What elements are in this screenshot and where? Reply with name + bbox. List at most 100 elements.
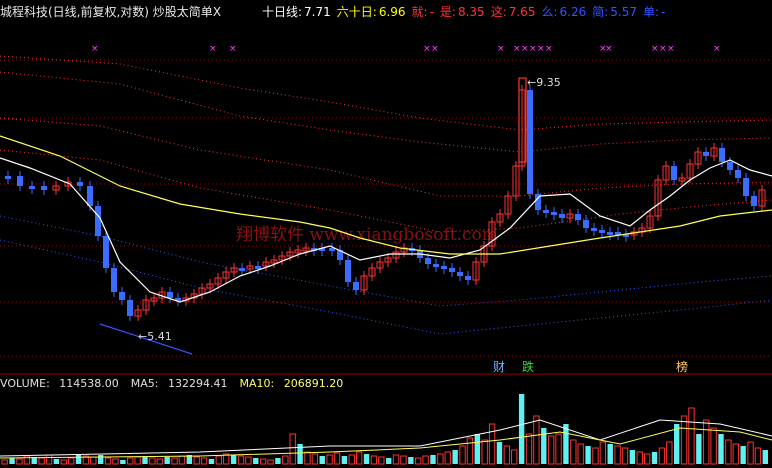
volume-bar <box>651 452 658 464</box>
volume-bar <box>319 456 325 464</box>
upper-band <box>0 55 772 131</box>
event-tag-finance[interactable]: 财 <box>493 360 505 374</box>
volume-bar <box>680 415 688 465</box>
arrow-left-icon: ← <box>527 76 537 89</box>
candle-body <box>599 230 605 233</box>
volume-bar <box>45 454 53 465</box>
candle-body <box>87 186 93 206</box>
volume-ma10: MA10: 206891.20 <box>239 377 344 390</box>
volume-readout: VOLUME: 114538.00 MA5: 132294.41 MA10: 206… <box>0 376 355 391</box>
indicator-6: 简: 5.57 <box>592 5 637 19</box>
stock-title: 城程科技(日线,前复权,对数) 炒股太简单 <box>0 5 213 19</box>
volume-bar <box>636 451 643 465</box>
candle-body <box>5 176 11 179</box>
chart-title: 城程科技(日线,前复权,对数) 炒股太简单X <box>0 3 221 21</box>
volume-bar <box>149 457 156 465</box>
candle-body <box>543 210 549 213</box>
candle-body <box>735 170 741 178</box>
channel-bands <box>0 55 772 335</box>
volume-bar <box>112 458 119 465</box>
volume-bar <box>171 457 178 465</box>
volume-bar <box>740 446 746 464</box>
signal-marker: × <box>91 44 99 54</box>
candle-body <box>465 276 471 280</box>
candle-body <box>17 176 23 186</box>
candle-body <box>583 220 589 228</box>
indicator-4: 这: 7.65 <box>491 5 536 19</box>
candle-body <box>41 186 47 190</box>
signal-marker: × <box>667 44 675 54</box>
volume-bar <box>326 454 333 465</box>
signal-marker: × <box>529 44 537 54</box>
candle-body <box>167 292 173 298</box>
indicator-5: 么: 6.26 <box>541 5 586 19</box>
indicator-label: 是: <box>439 5 456 19</box>
candle-body <box>607 232 613 235</box>
volume-bar <box>75 454 82 464</box>
signal-markers: × × × × × × × × × × × ×× × × × × <box>91 44 721 54</box>
volume-bar <box>237 455 245 465</box>
volume-bar <box>599 441 607 465</box>
close-icon[interactable]: X <box>213 5 221 19</box>
volume-bar <box>710 427 717 465</box>
volume-bar <box>178 455 186 465</box>
volume-bar <box>415 457 422 465</box>
indicator-value: 7.65 <box>508 5 536 19</box>
indicator-0: 十日线: 7.71 <box>262 5 331 19</box>
volume-bar <box>688 407 695 465</box>
kline-chart[interactable]: × × × × × × × × × × × ×× × × × × 翔博软件 www.xiangbosoft.c… <box>0 0 772 468</box>
volume-bar <box>400 455 407 465</box>
candle-body <box>255 266 261 269</box>
indicator-label: 六十日: <box>336 5 377 19</box>
candle-body <box>591 228 597 231</box>
volume-bar <box>629 450 636 464</box>
volume-bar <box>370 455 378 465</box>
indicator-value: 5.57 <box>610 5 637 19</box>
signal-marker: × <box>497 44 505 54</box>
volume-bar <box>533 415 540 465</box>
volume-bar <box>1 459 8 465</box>
volume-bar <box>718 434 724 464</box>
volume-bar <box>747 441 754 465</box>
volume-bar <box>422 455 429 465</box>
volume-bar <box>53 459 60 464</box>
low-price-label: ←5.41 <box>138 330 172 343</box>
high-price-label: ←9.35 <box>527 76 561 89</box>
volume-bar <box>474 434 480 464</box>
candle-body <box>119 292 125 300</box>
signal-marker: × <box>209 44 217 54</box>
volume-bar <box>541 428 547 464</box>
volume-bar <box>577 443 584 465</box>
indicator-label: 这: <box>490 5 507 19</box>
volume-bar <box>363 454 370 464</box>
volume-bar <box>156 458 163 465</box>
volume-bar <box>275 458 281 464</box>
volume-bar <box>289 433 296 465</box>
signal-marker: × <box>513 44 521 54</box>
volume-bar <box>392 454 400 465</box>
event-tag-drop[interactable]: 跌 <box>522 360 534 374</box>
volume-bar <box>304 451 311 465</box>
candle-body <box>527 90 533 194</box>
volume-bar <box>666 441 673 465</box>
event-tag-rank[interactable]: 榜 <box>676 360 688 374</box>
high-price-value: 9.35 <box>536 76 561 89</box>
volume-bar <box>503 445 511 465</box>
volume-bar <box>511 449 518 465</box>
volume-bar <box>253 458 259 464</box>
volume-bar <box>496 442 503 464</box>
volume-bar <box>725 439 732 465</box>
signal-marker: × <box>537 44 545 54</box>
volume-bar <box>444 451 451 465</box>
signal-marker: × <box>713 44 721 54</box>
candle-body <box>353 282 359 290</box>
candle-body <box>743 178 749 196</box>
volume-bar <box>614 445 621 465</box>
price-grid <box>0 59 772 357</box>
volume-bar <box>259 458 267 465</box>
volume-bar <box>267 459 274 465</box>
volume-bar <box>230 455 237 464</box>
candle-body <box>95 206 101 236</box>
volume-bar <box>386 458 392 464</box>
indicator-value: 7.71 <box>304 5 331 19</box>
